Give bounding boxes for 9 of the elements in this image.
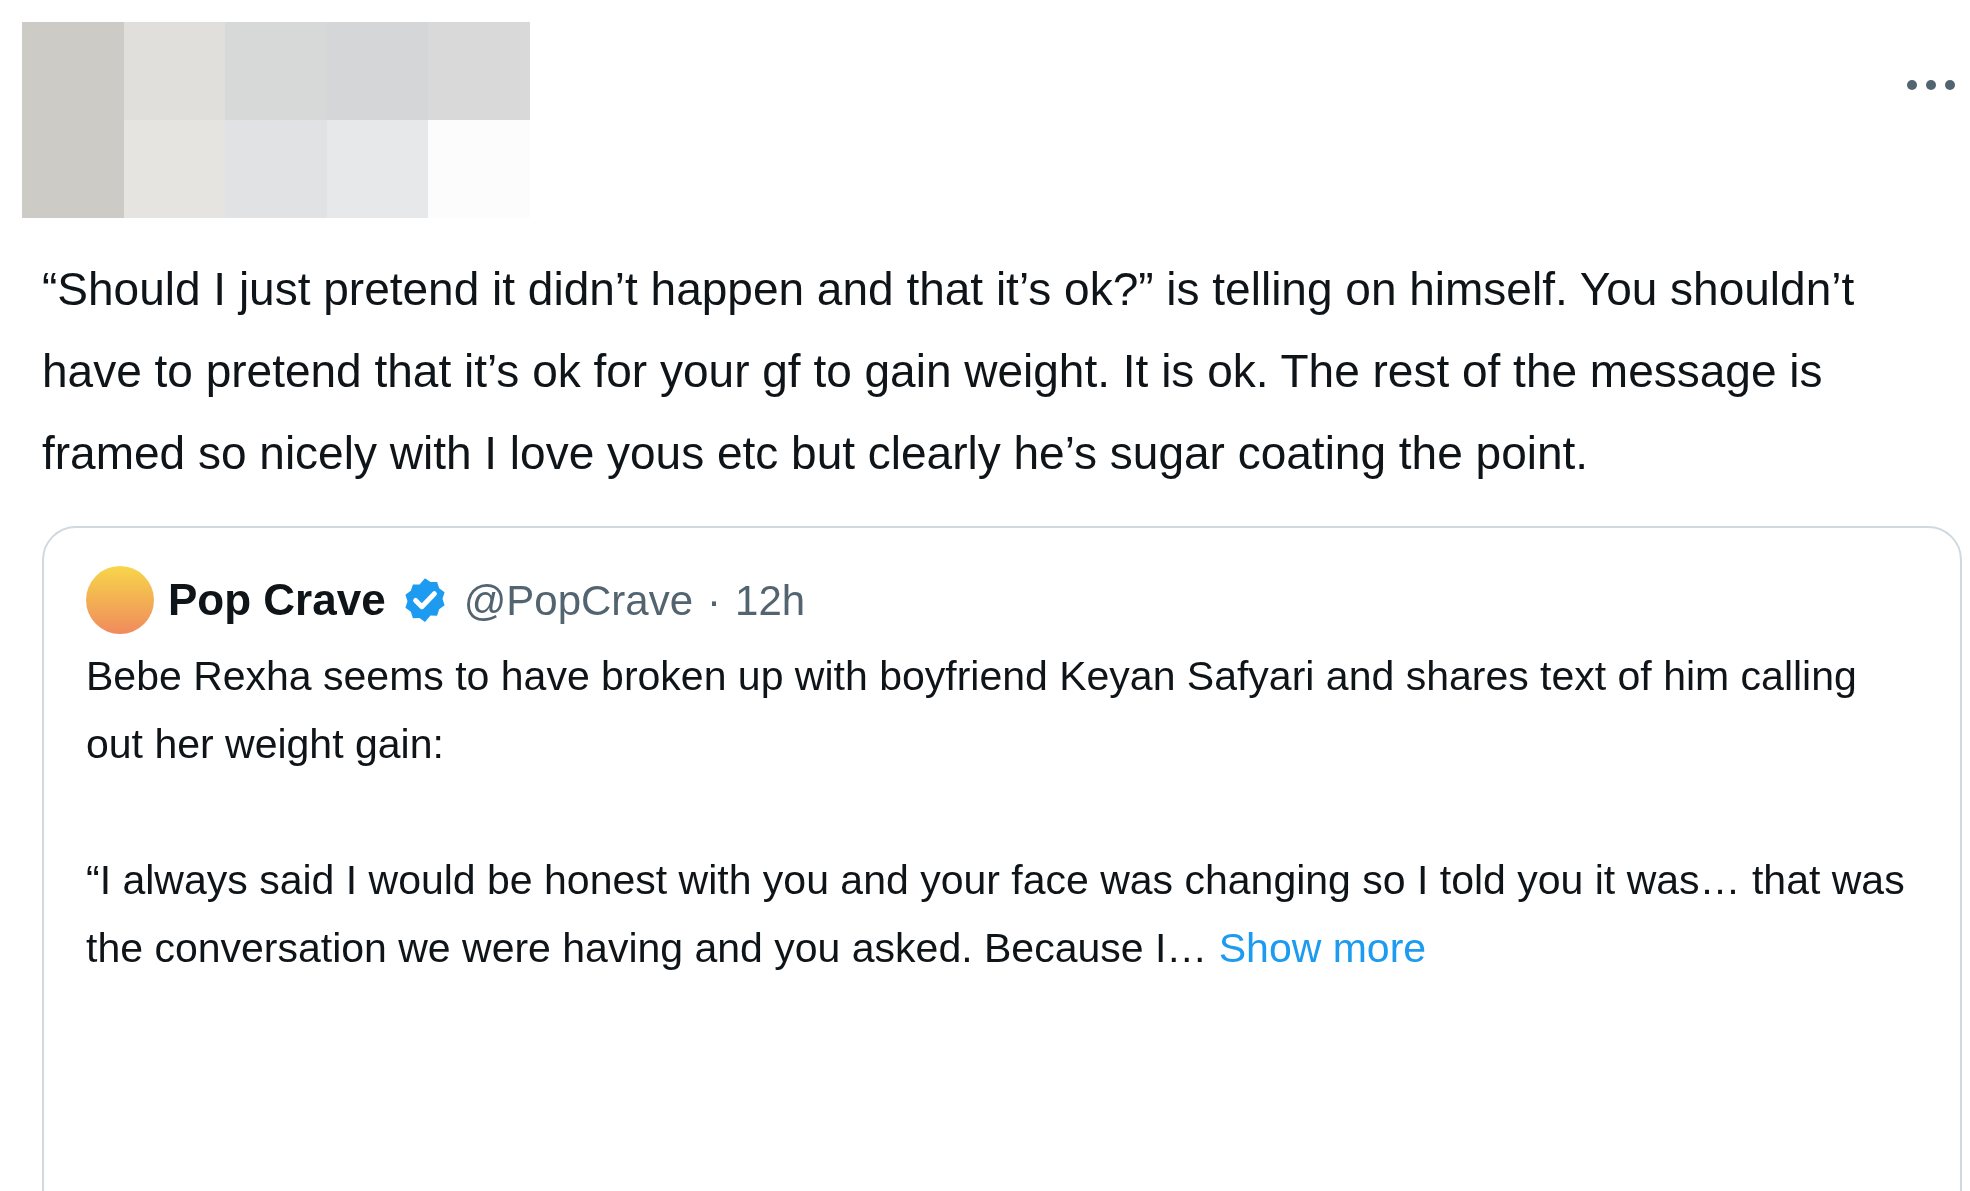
separator-dot: · — [707, 575, 722, 626]
more-icon[interactable] — [1906, 79, 1956, 91]
quoted-text: Bebe Rexha seems to have broken up with boyfriend Keyan Safyari and shares text of him calling out her weight gain: — [86, 652, 1858, 769]
quoted-text: “I always said I would be honest with you and your face was changing so I told you it was… that was the conversation we were having and you asked. Because I… Show more — [86, 856, 1906, 973]
tweet-text: “Should I just pretend it didn’t happen and that it’s ok?” is telling on himself. You shouldn’t have to pretend that it’s ok for your gf to gain weight. It is ok. The rest of the message is framed so nicely with I love yous etc but clearly he’s sugar coating the point. — [41, 262, 1856, 481]
post-time[interactable]: 12h — [735, 568, 806, 632]
quoted-tweet-card[interactable] — [42, 526, 1962, 1191]
author-handle[interactable]: @PopCrave — [463, 568, 694, 632]
author-name[interactable]: Pop Crave — [168, 567, 386, 633]
